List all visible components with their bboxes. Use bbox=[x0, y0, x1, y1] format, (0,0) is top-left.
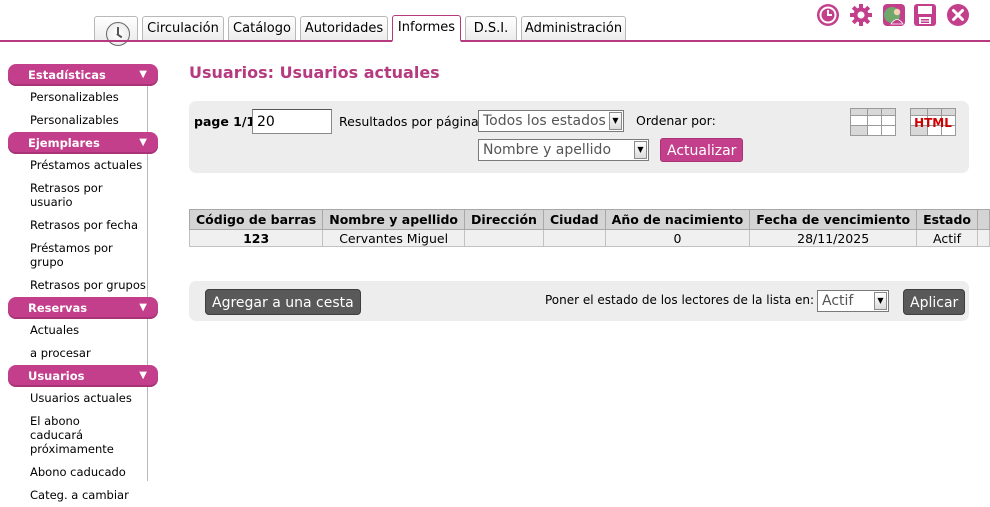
sidebar-section-ejemplares[interactable]: Ejemplares ▼ bbox=[8, 132, 158, 154]
cell-barcode[interactable]: 123 bbox=[188, 229, 324, 247]
chevron-down-icon: ▼ bbox=[609, 112, 622, 130]
sidebar-item-a-procesar[interactable]: a procesar bbox=[8, 342, 158, 365]
sidebar-item-retrasos-grupos[interactable]: Retrasos por grupos bbox=[8, 274, 158, 297]
close-icon[interactable] bbox=[946, 3, 970, 27]
tab-circulacion[interactable]: Circulación bbox=[142, 16, 224, 41]
tab-home[interactable] bbox=[94, 16, 138, 46]
user-globe-icon[interactable] bbox=[882, 3, 906, 27]
sidebar-item-usuarios-actuales[interactable]: Usuarios actuales bbox=[8, 387, 158, 410]
sidebar-item-personalizables-2[interactable]: Personalizables bbox=[8, 109, 158, 132]
sidebar-section-usuarios[interactable]: Usuarios ▼ bbox=[8, 365, 158, 387]
add-to-basket-button[interactable]: Agregar a una cesta bbox=[205, 289, 361, 315]
column-header[interactable]: Ciudad bbox=[542, 209, 606, 230]
top-navigation: Circulación Catálogo Autoridades Informe… bbox=[0, 0, 990, 46]
table-row[interactable]: 123 Cervantes Miguel 0 28/11/2025 Actif bbox=[188, 229, 990, 247]
chevron-down-icon: ▼ bbox=[139, 69, 147, 80]
cell-status: Actif bbox=[916, 229, 979, 247]
sidebar-item-abono-caducara[interactable]: El abono caducará próximamente bbox=[8, 410, 133, 461]
set-state-label: Poner el estado de los lectores de la li… bbox=[545, 293, 815, 307]
column-header[interactable]: Dirección bbox=[464, 209, 544, 230]
spreadsheet-export-icon[interactable] bbox=[850, 108, 896, 136]
update-button[interactable]: Actualizar bbox=[660, 138, 744, 162]
cell-birth-year: 0 bbox=[604, 229, 751, 247]
chevron-down-icon: ▼ bbox=[139, 370, 147, 381]
sidebar-item-personalizables[interactable]: Personalizables bbox=[8, 86, 158, 109]
cell-address bbox=[464, 229, 544, 247]
cell-filler bbox=[977, 229, 990, 247]
column-header[interactable]: Código de barras bbox=[188, 209, 324, 230]
order-select-value: Nombre y apellido bbox=[483, 142, 612, 158]
sidebar-section-title: Estadísticas bbox=[28, 68, 106, 82]
chevron-down-icon: ▼ bbox=[139, 137, 147, 148]
per-page-label: Resultados por página bbox=[339, 114, 479, 129]
html-export-icon[interactable]: HTML bbox=[910, 108, 956, 136]
state-select[interactable]: Actif ▼ bbox=[817, 290, 889, 312]
sidebar-item-actuales[interactable]: Actuales bbox=[8, 319, 158, 342]
sidebar-section-title: Ejemplares bbox=[28, 136, 100, 150]
table-header-row: Código de barras Nombre y apellido Direc… bbox=[188, 209, 990, 230]
tab-autoridades[interactable]: Autoridades bbox=[300, 16, 388, 41]
cell-expiry-date: 28/11/2025 bbox=[749, 229, 918, 247]
gear-icon[interactable] bbox=[849, 3, 873, 27]
action-panel: Agregar a una cesta Poner el estado de l… bbox=[189, 281, 969, 321]
sidebar-item-prestamos-actuales[interactable]: Préstamos actuales bbox=[8, 154, 158, 177]
sidebar-item-prestamos-grupo[interactable]: Préstamos por grupo bbox=[8, 237, 128, 274]
tabs-baseline bbox=[0, 40, 990, 42]
save-icon[interactable] bbox=[913, 3, 937, 27]
status-select[interactable]: Todos los estados ▼ bbox=[478, 110, 624, 132]
column-header[interactable]: Fecha de vencimiento bbox=[749, 209, 918, 230]
tab-dsi[interactable]: D.S.I. bbox=[465, 16, 517, 41]
sidebar-item-retrasos-fecha[interactable]: Retrasos por fecha bbox=[8, 214, 158, 237]
chevron-down-icon: ▼ bbox=[874, 292, 887, 310]
html-export-label: HTML bbox=[914, 116, 952, 130]
sidebar: Estadísticas ▼ Personalizables Personali… bbox=[8, 64, 158, 507]
tab-informes[interactable]: Informes bbox=[392, 15, 461, 42]
chevron-down-icon: ▼ bbox=[139, 302, 147, 313]
sidebar-section-estadisticas[interactable]: Estadísticas ▼ bbox=[8, 64, 158, 86]
order-select[interactable]: Nombre y apellido ▼ bbox=[478, 139, 649, 161]
sidebar-item-categ-cambiar[interactable]: Categ. a cambiar bbox=[8, 484, 158, 507]
clock-icon bbox=[106, 22, 130, 46]
sidebar-item-retrasos-usuario[interactable]: Retrasos por usuario bbox=[8, 177, 128, 214]
column-header[interactable]: Estado bbox=[916, 209, 979, 230]
page-indicator: page 1/1 bbox=[194, 114, 256, 129]
state-select-value: Actif bbox=[822, 293, 854, 309]
order-label: Ordenar por: bbox=[636, 113, 716, 128]
sidebar-section-reservas[interactable]: Reservas ▼ bbox=[8, 297, 158, 319]
column-header[interactable]: Nombre y apellido bbox=[322, 209, 466, 230]
tab-administracion[interactable]: Administración bbox=[521, 16, 626, 41]
status-select-value: Todos los estados bbox=[483, 113, 606, 129]
history-icon[interactable] bbox=[816, 3, 840, 27]
cell-name[interactable]: Cervantes Miguel bbox=[322, 229, 466, 247]
results-table: Código de barras Nombre y apellido Direc… bbox=[188, 209, 990, 247]
cell-city bbox=[542, 229, 606, 247]
column-header-filler bbox=[977, 209, 990, 230]
filter-panel: page 1/1 Resultados por página Todos los… bbox=[189, 101, 969, 173]
sidebar-section-title: Reservas bbox=[28, 301, 88, 315]
apply-button[interactable]: Aplicar bbox=[903, 289, 966, 315]
chevron-down-icon: ▼ bbox=[634, 141, 647, 159]
per-page-input[interactable] bbox=[252, 109, 332, 134]
sidebar-section-title: Usuarios bbox=[28, 369, 85, 383]
page-title: Usuarios: Usuarios actuales bbox=[189, 63, 440, 82]
column-header[interactable]: Año de nacimiento bbox=[604, 209, 751, 230]
tab-catalogo[interactable]: Catálogo bbox=[228, 16, 296, 41]
